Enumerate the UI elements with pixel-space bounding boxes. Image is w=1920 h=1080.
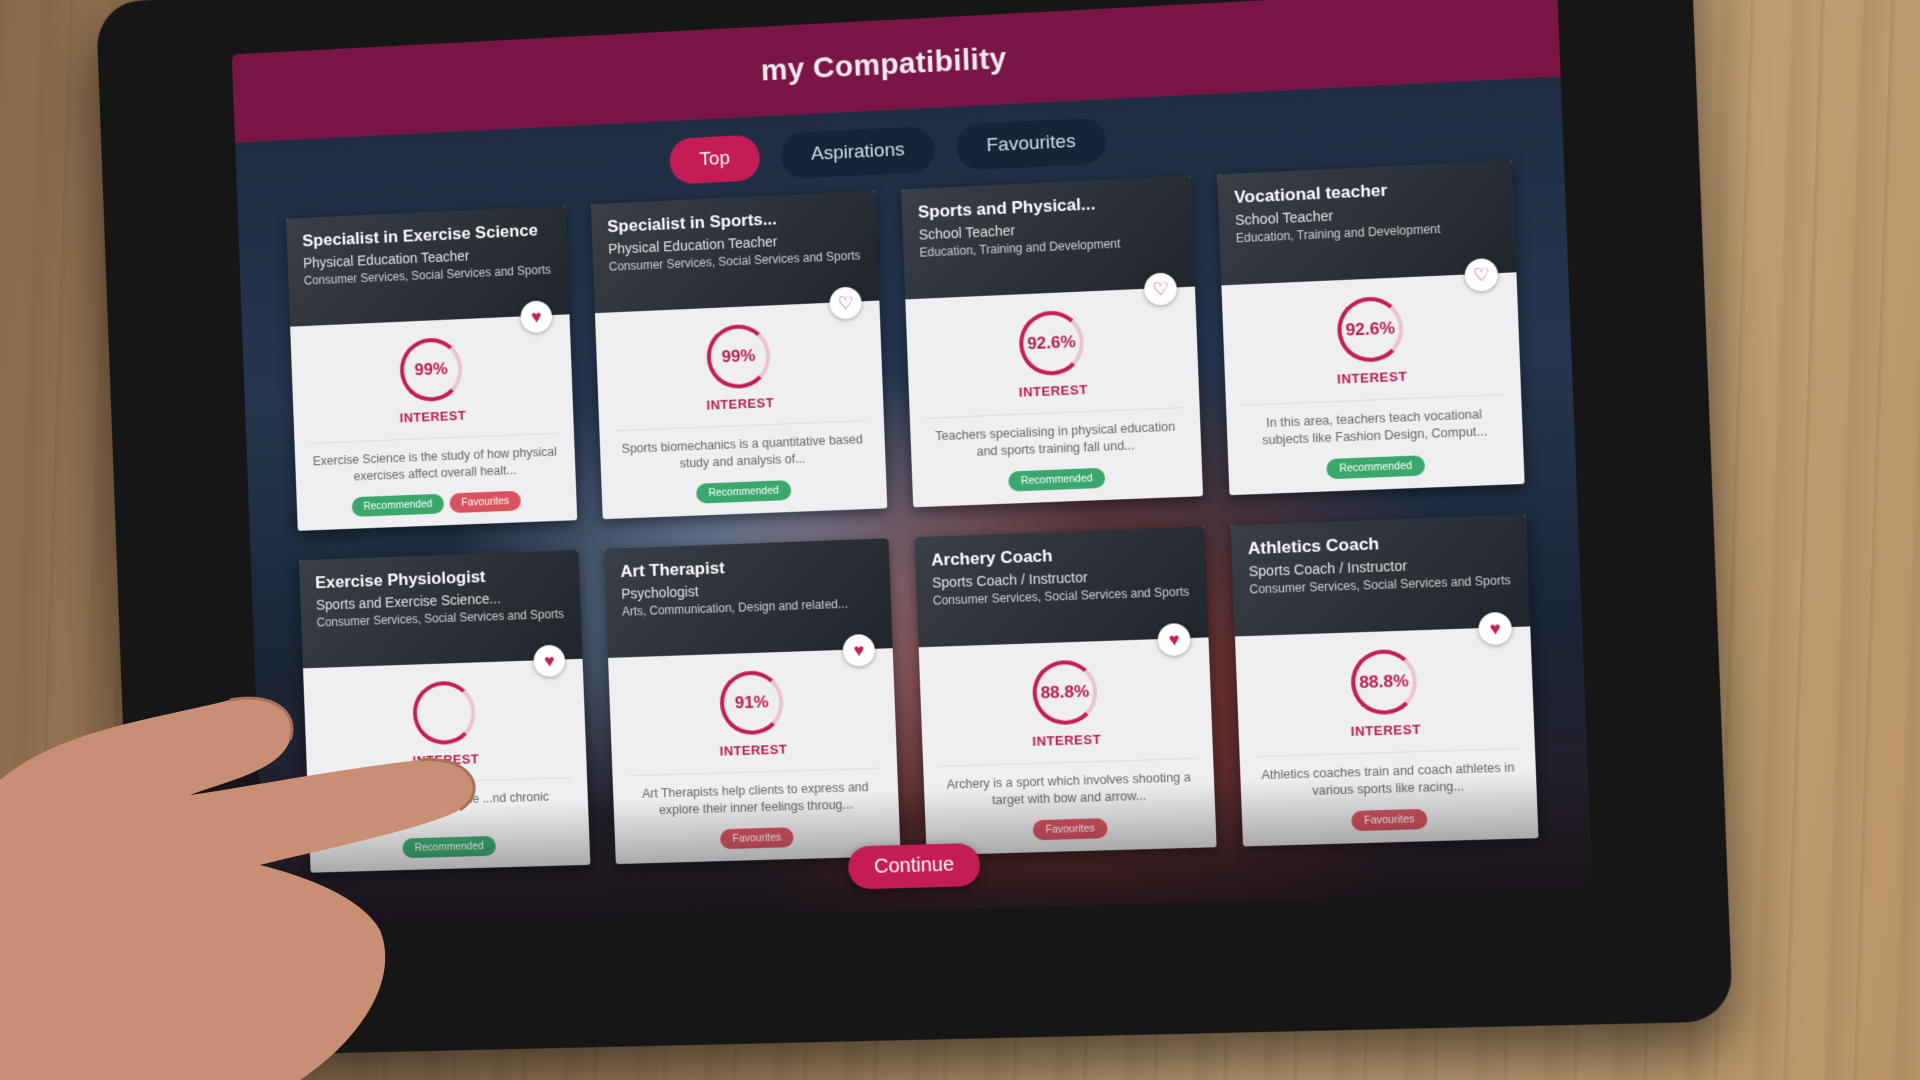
career-card[interactable]: Specialist in Sports... Physical Educati… (590, 190, 888, 520)
card-description: Athletics coaches train and coach athlet… (1255, 748, 1521, 804)
card-header: Exercise Physiologist Sports and Exercis… (298, 549, 583, 678)
card-description: Sports biomechanics is a quantitative ba… (615, 420, 870, 477)
interest-label: INTEREST (399, 407, 467, 426)
page-title: my Compatibility (760, 41, 1008, 88)
favourites-badge: Favourites (1351, 808, 1428, 832)
card-header: Sports and Physical... School Teacher Ed… (901, 175, 1195, 306)
badge-row: Favourites (941, 815, 1200, 843)
card-body: 92.6% INTEREST Teachers specialising in … (905, 287, 1202, 496)
recommended-badge: Recommended (696, 480, 792, 504)
tablet-device: my Compatibility Top Aspirations Favouri… (95, 0, 1734, 1058)
interest-score: 88.8% (1358, 671, 1410, 693)
interest-score-ring: 99% (398, 336, 464, 403)
continue-button[interactable]: Continue (847, 842, 981, 890)
card-description: Art Therapists help clients to express a… (628, 767, 884, 823)
interest-score: 88.8% (1040, 681, 1090, 703)
card-header: Vocational teacher School Teacher Educat… (1217, 160, 1517, 292)
card-description: Archery is a sport which involves shooti… (939, 757, 1199, 813)
career-card[interactable]: Archery Coach Sports Coach / Instructor … (914, 526, 1217, 856)
tab-favourites[interactable]: Favourites (955, 117, 1107, 171)
card-description: In this area, teachers teach vocational … (1242, 394, 1507, 453)
card-header: Art Therapist Psychologist Arts, Communi… (603, 538, 893, 667)
recommended-badge: Recommended (1326, 455, 1425, 480)
card-header: Archery Coach Sports Coach / Instructor … (914, 526, 1209, 657)
interest-score: 91% (734, 692, 769, 713)
interest-score: 99% (414, 359, 448, 380)
career-card[interactable]: Specialist in Exercise Science Physical … (286, 205, 578, 531)
badge-row: Recommended (928, 465, 1186, 495)
interest-label: INTEREST (412, 751, 480, 769)
card-description: Exercise Science is the study of how phy… (309, 432, 561, 490)
card-body: 92.6% INTEREST In this area, teachers te… (1221, 272, 1524, 483)
interest-score-ring: 88.8% (1349, 648, 1419, 716)
favourites-badge: Favourites (720, 827, 794, 850)
career-card[interactable]: Exercise Physiologist Sports and Exercis… (298, 549, 591, 873)
interest-score-ring: 91% (718, 669, 785, 736)
recommended-badge: Recommended (402, 835, 496, 859)
interest-label: INTEREST (1336, 368, 1408, 387)
career-card[interactable]: Athletics Coach Sports Coach / Instructo… (1230, 514, 1539, 847)
interest-label: INTEREST (1018, 381, 1088, 400)
interest-score: 92.6% (1345, 318, 1396, 340)
interest-label: INTEREST (1350, 721, 1422, 739)
badge-row: Recommended (1245, 452, 1508, 482)
badge-row: Favourites (1258, 806, 1521, 834)
tab-top[interactable]: Top (669, 134, 761, 185)
badge-row: Recommended (617, 477, 871, 507)
card-header: Specialist in Exercise Science Physical … (286, 205, 570, 334)
career-card-grid: Specialist in Exercise Science Physical … (286, 160, 1539, 873)
card-body: 99% INTEREST Exercise Science is the stu… (290, 314, 577, 519)
badge-row: Favourites (630, 825, 884, 852)
card-body: INTEREST Exercis... he study of the ...n… (303, 659, 590, 861)
career-card[interactable]: Sports and Physical... School Teacher Ed… (901, 175, 1204, 508)
card-body: 88.8% INTEREST Athletics coaches train a… (1235, 626, 1538, 834)
recommended-badge: Recommended (351, 493, 445, 517)
favourites-badge: Favourites (449, 490, 522, 514)
interest-label: INTEREST (719, 741, 788, 759)
career-card[interactable]: Vocational teacher School Teacher Educat… (1217, 160, 1525, 496)
card-description: Teachers specialising in physical educat… (925, 407, 1186, 465)
interest-score-ring: 99% (705, 323, 772, 390)
interest-score-ring (411, 680, 477, 746)
interest-score-ring: 88.8% (1031, 659, 1099, 726)
career-card[interactable]: Art Therapist Psychologist Arts, Communi… (603, 538, 901, 865)
card-body: 88.8% INTEREST Archery is a sport which … (919, 637, 1217, 843)
interest-label: INTEREST (1032, 731, 1102, 749)
card-description: Exercis... he study of the ...nd chronic (322, 777, 574, 831)
card-header: Specialist in Sports... Physical Educati… (590, 190, 880, 320)
tab-aspirations[interactable]: Aspirations (780, 125, 936, 180)
interest-score-ring: 92.6% (1018, 309, 1085, 377)
card-body: 91% INTEREST Art Therapists help clients… (608, 648, 900, 852)
recommended-badge: Recommended (1008, 467, 1106, 492)
interest-score: 99% (721, 345, 756, 367)
favourites-badge: Favourites (1033, 818, 1108, 841)
card-header: Athletics Coach Sports Coach / Instructo… (1230, 514, 1531, 646)
interest-score: 92.6% (1026, 332, 1077, 354)
card-body: 99% INTEREST Sports biomechanics is a qu… (595, 301, 887, 508)
interest-label: INTEREST (706, 394, 775, 413)
badge-row: Recommended Favourites (312, 489, 561, 518)
app-screen: my Compatibility Top Aspirations Favouri… (231, 0, 1593, 928)
badge-row: Recommended (325, 834, 574, 861)
interest-score-ring: 92.6% (1336, 295, 1405, 364)
